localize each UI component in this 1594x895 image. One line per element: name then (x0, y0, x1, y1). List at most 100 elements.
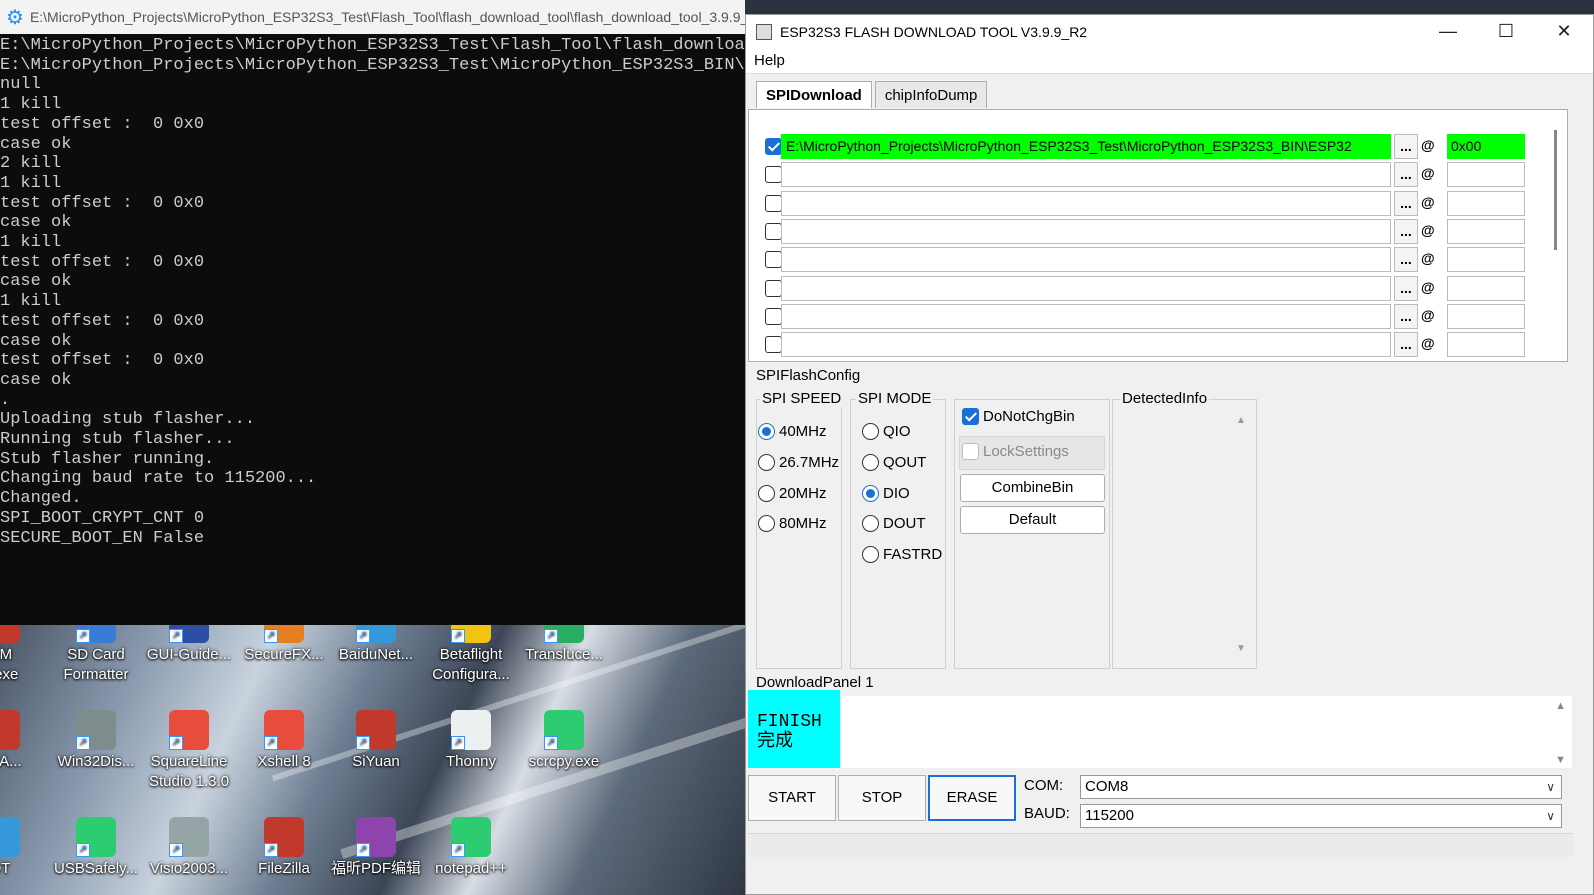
offset-input[interactable] (1447, 190, 1525, 216)
desktop-shortcut[interactable]: ↗ Visio2003... (143, 817, 235, 879)
offset-input[interactable] (1447, 218, 1525, 244)
file-path-input[interactable] (781, 275, 1391, 301)
desktop-shortcut[interactable]: ↗ OT (0, 817, 46, 879)
status-finish-en: FINISH (757, 712, 822, 732)
console-window[interactable]: ⚙ E:\MicroPython_Projects\MicroPython_ES… (0, 0, 745, 625)
desktop-shortcut[interactable]: ↗ XCA... (0, 710, 46, 772)
console-line: 2 kill (0, 154, 62, 174)
file-checkbox[interactable] (765, 138, 782, 155)
browse-button[interactable]: ... (1394, 303, 1418, 329)
com-select[interactable]: COM8 ∨ (1080, 775, 1562, 799)
at-label: @ (1421, 165, 1435, 182)
file-checkbox[interactable] (765, 279, 782, 297)
do-not-chg-bin-label: DoNotChgBin (983, 408, 1075, 425)
baud-select[interactable]: 115200 ∨ (1080, 804, 1562, 828)
spi_speed-radio-26-7mhz[interactable]: 26.7MHz (758, 453, 839, 471)
desktop-shortcut[interactable]: ↗ OM 3.exe (0, 625, 46, 685)
offset-input[interactable] (1447, 162, 1525, 188)
file-path-input[interactable] (781, 332, 1391, 358)
file-path-input[interactable] (781, 162, 1391, 188)
desktop-shortcut[interactable]: ↗ Win32Dis... (50, 710, 142, 772)
maximize-icon[interactable]: ☐ (1477, 15, 1535, 48)
desktop-shortcut[interactable]: ↗ Thonny (425, 710, 517, 772)
file-checkbox[interactable] (765, 307, 782, 325)
spi_mode-radio-dout[interactable]: DOUT (862, 515, 926, 533)
spi_mode-radio-dio[interactable]: DIO (862, 484, 910, 502)
tab-chipinfodump[interactable]: chipInfoDump (874, 81, 988, 108)
desktop-shortcut[interactable]: ↗ USBSafely... (50, 817, 142, 879)
desktop-shortcut[interactable]: ↗ Betaflight Configura... (425, 625, 517, 685)
spi_mode-radio-fastrd[interactable]: FASTRD (862, 546, 942, 564)
file-path-input[interactable] (781, 190, 1391, 216)
file-checkbox[interactable] (765, 166, 782, 184)
desktop-shortcut-label: SD Card Formatter (63, 646, 129, 683)
shortcut-arrow-icon: ↗ (544, 629, 558, 643)
com-label: COM: (1024, 777, 1064, 794)
console-line: Stub flasher running. (0, 449, 215, 469)
console-titlebar[interactable]: ⚙ E:\MicroPython_Projects\MicroPython_ES… (0, 0, 745, 34)
tab-spidownload[interactable]: SPIDownload (756, 81, 872, 108)
download-log[interactable]: ▲ ▼ (842, 696, 1572, 768)
app-shortcut-icon: ↗ (0, 817, 20, 857)
scroll-up-icon[interactable]: ▲ (1555, 700, 1566, 712)
browse-button[interactable]: ... (1394, 162, 1418, 188)
spi_mode-radio-qio[interactable]: QIO (862, 423, 911, 440)
desktop-shortcut[interactable]: ↗ BaiduNet... (330, 625, 422, 665)
file-checkbox[interactable] (765, 222, 782, 240)
spi_speed-radio-40mhz[interactable]: 40MHz (758, 423, 827, 440)
offset-input[interactable] (1447, 247, 1525, 273)
app-shortcut-icon: ↗ (451, 710, 491, 750)
desktop-shortcut[interactable]: ↗ Xshell 8 (238, 710, 330, 772)
file-path-input[interactable] (781, 303, 1391, 329)
file-row: ... @ (749, 190, 1567, 217)
browse-button[interactable]: ... (1394, 332, 1418, 358)
titlebar[interactable]: ESP32S3 FLASH DOWNLOAD TOOL V3.9.9_R2 — … (746, 15, 1593, 48)
spi_speed-radio-80mhz[interactable]: 80MHz (758, 515, 827, 533)
desktop-shortcut-label: OT (0, 860, 11, 877)
menu-help[interactable]: Help (754, 52, 785, 69)
combine-bin-button[interactable]: CombineBin (960, 474, 1105, 502)
spi_mode-radio-qout[interactable]: QOUT (862, 453, 926, 471)
browse-button[interactable]: ... (1394, 275, 1418, 301)
spi_speed-radio-20mhz[interactable]: 20MHz (758, 484, 827, 502)
scroll-down-icon[interactable]: ▼ (1555, 754, 1566, 766)
file-path-input[interactable]: E:\MicroPython_Projects\MicroPython_ESP3… (781, 134, 1391, 159)
desktop-shortcut[interactable]: ↗ GUI-Guide... (143, 625, 235, 665)
desktop-shortcut[interactable]: ↗ SD Card Formatter (50, 625, 142, 685)
browse-button[interactable]: ... (1394, 190, 1418, 216)
shortcut-arrow-icon: ↗ (544, 736, 558, 750)
offset-input[interactable] (1447, 275, 1525, 301)
scroll-up-icon[interactable]: ▲ (1236, 415, 1246, 426)
desktop-shortcut[interactable]: ↗ FileZilla (238, 817, 330, 879)
scroll-down-icon[interactable]: ▼ (1236, 643, 1246, 654)
desktop-shortcut[interactable]: ↗ SiYuan (330, 710, 422, 772)
browse-button[interactable]: ... (1394, 218, 1418, 244)
file-list-scrollbar[interactable] (1554, 130, 1557, 250)
offset-input[interactable]: 0x00 (1447, 134, 1525, 159)
desktop-shortcut[interactable]: ↗ scrcpy.exe (518, 710, 610, 772)
browse-button[interactable]: ... (1394, 247, 1418, 273)
file-path-input[interactable] (781, 247, 1391, 273)
stop-button[interactable]: STOP (838, 775, 926, 821)
radio-icon (758, 484, 775, 502)
file-checkbox[interactable] (765, 336, 782, 354)
file-checkbox[interactable] (765, 194, 782, 212)
minimize-icon[interactable]: — (1419, 15, 1477, 48)
file-path-input[interactable] (781, 218, 1391, 244)
desktop-shortcut[interactable]: ↗ notepad++ (425, 817, 517, 879)
close-icon[interactable]: ✕ (1535, 15, 1593, 48)
browse-button[interactable]: ... (1394, 134, 1418, 159)
default-button[interactable]: Default (960, 506, 1105, 534)
at-label: @ (1421, 193, 1435, 210)
desktop-shortcut[interactable]: ↗ SquareLine Studio 1.3.0 (143, 710, 235, 792)
desktop-shortcut[interactable]: ↗ Transluce... (518, 625, 610, 665)
do-not-chg-bin-checkbox[interactable]: DoNotChgBin (962, 408, 1075, 425)
file-checkbox[interactable] (765, 251, 782, 269)
desktop-shortcut[interactable]: ↗ 福昕PDF编辑 (330, 817, 422, 879)
offset-input[interactable] (1447, 332, 1525, 358)
offset-input[interactable] (1447, 303, 1525, 329)
erase-button[interactable]: ERASE (928, 775, 1016, 821)
start-button[interactable]: START (748, 775, 836, 821)
desktop-shortcut[interactable]: ↗ SecureFX... (238, 625, 330, 665)
window-title: ESP32S3 FLASH DOWNLOAD TOOL V3.9.9_R2 (780, 23, 1088, 40)
